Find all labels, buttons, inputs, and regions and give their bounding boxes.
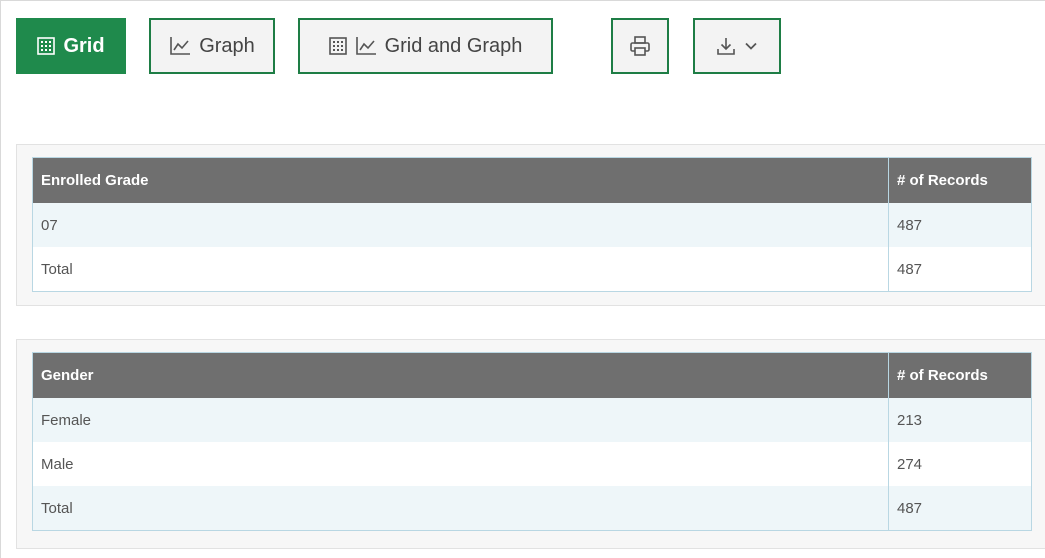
records-cell: 274 xyxy=(888,442,1032,486)
line-chart-icon xyxy=(355,36,377,56)
enrolled-grade-panel: Enrolled Grade # of Records 07 487 Total… xyxy=(16,144,1045,306)
line-chart-icon xyxy=(169,36,191,56)
table-row: Female 213 xyxy=(32,398,1032,442)
table-row: Male 274 xyxy=(32,442,1032,486)
gender-cell: Total xyxy=(32,486,889,531)
grid-and-graph-view-label: Grid and Graph xyxy=(384,34,523,57)
graph-view-label: Graph xyxy=(199,34,255,57)
records-cell: 487 xyxy=(888,247,1032,292)
column-header-enrolled-grade[interactable]: Enrolled Grade xyxy=(32,157,889,203)
print-button[interactable] xyxy=(611,18,669,74)
column-header-records[interactable]: # of Records xyxy=(888,157,1032,203)
gender-panel: Gender # of Records Female 213 Male 274 … xyxy=(16,339,1045,549)
grade-cell: 07 xyxy=(32,203,889,247)
download-icon xyxy=(716,36,736,56)
records-cell: 213 xyxy=(888,398,1032,442)
graph-view-button[interactable]: Graph xyxy=(149,18,275,74)
grid-view-button[interactable]: Grid xyxy=(16,18,126,74)
download-menu-button[interactable] xyxy=(693,18,781,74)
table-row: 07 487 xyxy=(32,203,1032,247)
printer-icon xyxy=(629,35,651,57)
gender-table: Gender # of Records Female 213 Male 274 … xyxy=(32,352,1032,531)
chevron-down-icon xyxy=(744,39,758,53)
table-header-row: Enrolled Grade # of Records xyxy=(32,157,1032,203)
column-header-gender[interactable]: Gender xyxy=(32,352,889,398)
report-view: Grid Graph Grid and Graph Enrolled Grade… xyxy=(0,0,1045,558)
table-row: Total 487 xyxy=(32,247,1032,292)
grid-and-graph-view-button[interactable]: Grid and Graph xyxy=(298,18,553,74)
records-cell: 487 xyxy=(888,203,1032,247)
column-header-records[interactable]: # of Records xyxy=(888,352,1032,398)
grade-cell: Total xyxy=(32,247,889,292)
grid-view-label: Grid xyxy=(63,34,105,57)
gender-cell: Female xyxy=(32,398,889,442)
table-row: Total 487 xyxy=(32,486,1032,531)
gender-cell: Male xyxy=(32,442,889,486)
records-cell: 487 xyxy=(888,486,1032,531)
grid-icon xyxy=(37,37,56,55)
table-header-row: Gender # of Records xyxy=(32,352,1032,398)
enrolled-grade-table: Enrolled Grade # of Records 07 487 Total… xyxy=(32,157,1032,292)
grid-icon xyxy=(328,37,347,55)
view-toolbar: Grid Graph Grid and Graph xyxy=(1,1,1045,91)
